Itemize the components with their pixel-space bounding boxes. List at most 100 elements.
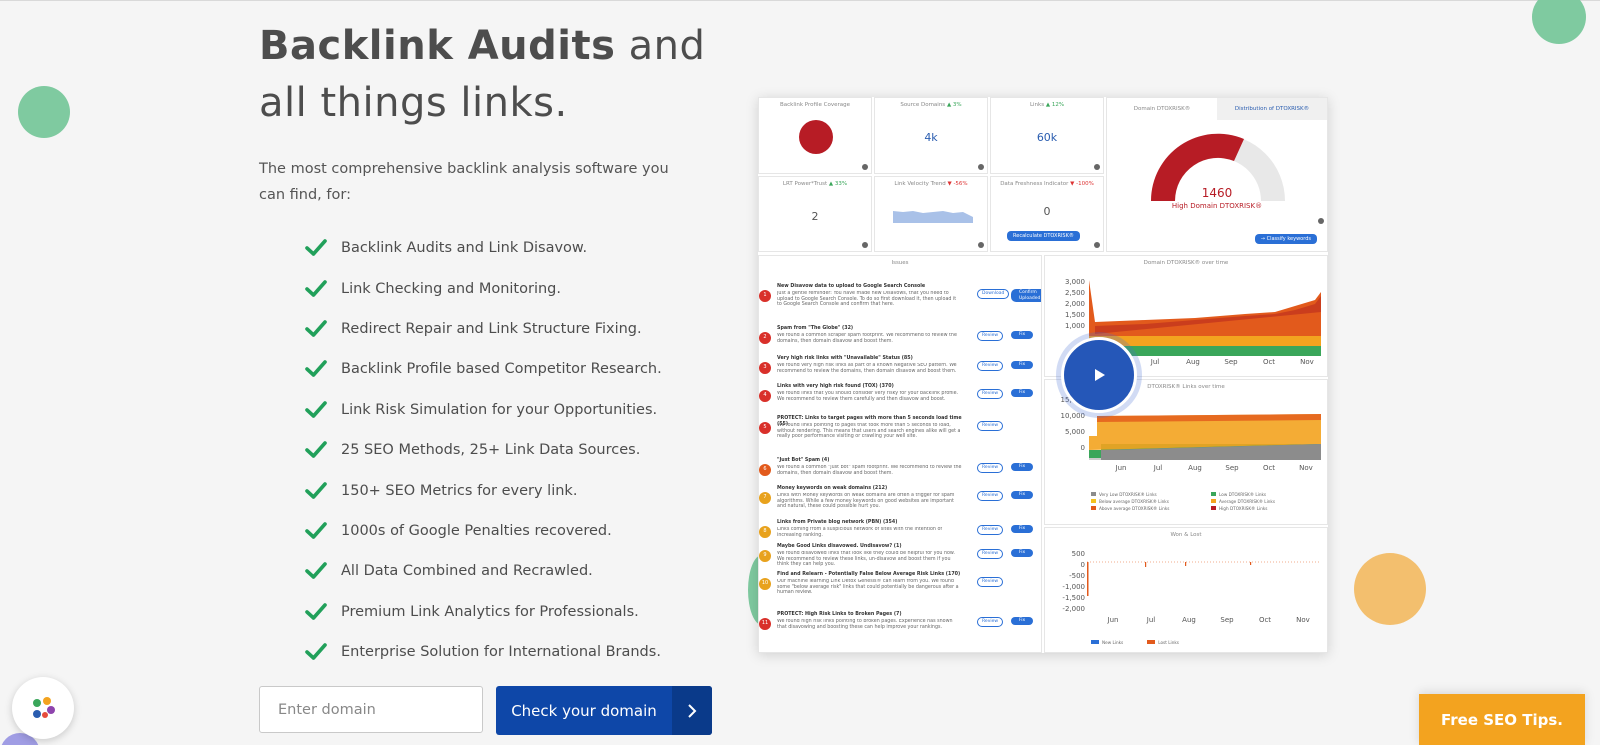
- dashboard-preview: Backlink Profile Coverage Source Domains…: [758, 97, 1328, 653]
- feature-text: Redirect Repair and Link Structure Fixin…: [341, 320, 642, 337]
- top-divider: [0, 0, 1600, 1]
- video-play-button[interactable]: [1056, 332, 1142, 418]
- checkmark-icon: [305, 439, 327, 461]
- x-tick-label: Jul: [1150, 358, 1160, 366]
- issue-review-button[interactable]: Review: [977, 331, 1004, 341]
- feature-item: Premium Link Analytics for Professionals…: [305, 592, 719, 632]
- domain-input[interactable]: [259, 686, 483, 733]
- feature-item: Link Risk Simulation for your Opportunit…: [305, 390, 719, 430]
- chart-won-lost: Won & Lost 500 0 -500 -1,000 -1,500 -2,000 Ju…: [1044, 527, 1328, 653]
- issue-review-button[interactable]: Review: [977, 617, 1004, 627]
- play-ring: [1061, 337, 1137, 413]
- issue-fix-button[interactable]: Confirm Uploaded: [1011, 289, 1041, 303]
- card-source-domains: Source Domains ▲ 3% 4k: [874, 97, 988, 174]
- y-tick-label: -500: [1069, 572, 1085, 580]
- legend-label: Low DTOXRISK® Links: [1219, 492, 1267, 497]
- gauge-tabs: Domain DTOXRISK® Distribution of DTOXRIS…: [1107, 98, 1327, 120]
- issue-title: New Disavow data to upload to Google Sea…: [777, 284, 926, 289]
- issue-fix-button[interactable]: Fix: [1011, 525, 1034, 533]
- issue-number: 6: [759, 464, 771, 476]
- issue-review-button[interactable]: Review: [977, 421, 1004, 431]
- issue-description: We found high risk links pointing to bro…: [777, 619, 953, 630]
- play-icon: [1095, 369, 1105, 381]
- card-data-freshness: Data Freshness Indicator ▼ -100% 0 Recal…: [990, 176, 1104, 252]
- checkmark-icon: [305, 641, 327, 663]
- issue-review-button[interactable]: Review: [977, 577, 1004, 587]
- tab-distribution-dtoxrisk[interactable]: Distribution of DTOXRISK®: [1217, 98, 1327, 120]
- hero-section: Backlink Audits and all things links. The…: [259, 18, 719, 672]
- y-tick-label: 0: [1081, 561, 1085, 569]
- feature-item: Enterprise Solution for International Br…: [305, 632, 719, 672]
- card-link-velocity: Link Velocity Trend ▼ -56%: [874, 176, 988, 252]
- help-icon: [1318, 218, 1324, 224]
- issue-fix-button[interactable]: Fix: [1011, 617, 1034, 625]
- legend-item: Average DTOXRISK® Links: [1211, 499, 1321, 504]
- issue-number: 11: [759, 618, 771, 630]
- x-tick-label: Nov: [1299, 464, 1313, 472]
- issue-title: Spam from "The Globe" (32): [777, 326, 854, 331]
- issue-fix-button[interactable]: Fix: [1011, 361, 1034, 369]
- checkmark-icon: [305, 520, 327, 542]
- issue-review-button[interactable]: Review: [977, 525, 1004, 535]
- issue-number: 9: [759, 550, 771, 562]
- y-tick-label: 2,000: [1065, 300, 1085, 308]
- y-tick-label: 5,000: [1065, 428, 1085, 436]
- tab-domain-dtoxrisk[interactable]: Domain DTOXRISK®: [1107, 98, 1217, 120]
- check-domain-button[interactable]: Check your domain: [496, 686, 712, 735]
- issue-review-button[interactable]: Download: [977, 289, 1010, 299]
- issue-description: Our machine learning Link Detox Genesis®…: [777, 579, 959, 596]
- chevron-right-icon: [672, 686, 712, 735]
- legend-item: New Links: [1091, 640, 1123, 645]
- classify-keywords-button[interactable]: → Classify keywords: [1254, 234, 1317, 244]
- free-seo-tips-button[interactable]: Free SEO Tips.: [1419, 694, 1585, 745]
- legend-label: New Links: [1102, 640, 1124, 645]
- x-tick-label: Jun: [1107, 616, 1119, 624]
- y-tick-label: 1,000: [1065, 322, 1085, 330]
- card-lrt-power: LRT Power*Trust ▲ 33% 2: [758, 176, 872, 252]
- y-tick-label: -2,000: [1062, 605, 1085, 613]
- legend-item: Very Low DTOXRISK® Links: [1091, 492, 1201, 497]
- issue-review-button[interactable]: Review: [977, 549, 1004, 559]
- issue-number: 4: [759, 390, 771, 402]
- issue-title: Links from Private blog network (PBN) (3…: [777, 520, 898, 525]
- y-tick-label: -1,000: [1062, 583, 1085, 591]
- card-backlink-profile: Backlink Profile Coverage: [758, 97, 872, 174]
- y-tick-label: 3,000: [1065, 278, 1085, 286]
- x-tick-label: Jun: [1115, 464, 1127, 472]
- card-value: 60k: [1036, 131, 1058, 144]
- issue-number: 8: [759, 526, 771, 538]
- issue-review-button[interactable]: Review: [977, 491, 1004, 501]
- issue-fix-button[interactable]: Fix: [1011, 331, 1034, 339]
- issue-fix-button[interactable]: Fix: [1011, 389, 1034, 397]
- feature-text: 25 SEO Methods, 25+ Link Data Sources.: [341, 442, 641, 459]
- legend-label: Below average DTOXRISK® Links: [1099, 499, 1169, 504]
- issue-fix-button[interactable]: Fix: [1011, 549, 1034, 557]
- issue-title: Very high risk links with "Unavailable" …: [777, 356, 913, 361]
- delta-down: ▼ -56%: [947, 181, 968, 187]
- y-tick-label: 2,500: [1065, 289, 1085, 297]
- feature-text: Premium Link Analytics for Professionals…: [341, 603, 639, 620]
- card-title: Data Freshness Indicator ▼ -100%: [991, 181, 1103, 187]
- issue-title: PROTECT: High Risk Links to Broken Pages…: [777, 612, 902, 617]
- card-value: 0: [1043, 205, 1051, 218]
- issue-fix-button[interactable]: Fix: [1011, 463, 1034, 471]
- issue-review-button[interactable]: Review: [977, 389, 1004, 399]
- feature-text: All Data Combined and Recrawled.: [341, 563, 593, 580]
- x-tick-label: Aug: [1186, 358, 1200, 366]
- feature-item: Backlink Audits and Link Disavow.: [305, 228, 719, 268]
- feature-text: 1000s of Google Penalties recovered.: [341, 522, 612, 539]
- feature-item: Redirect Repair and Link Structure Fixin…: [305, 309, 719, 349]
- recalculate-button[interactable]: Recalculate DTOXRISK®: [1007, 231, 1080, 241]
- issue-review-button[interactable]: Review: [977, 463, 1004, 473]
- chat-widget-button[interactable]: [12, 677, 74, 739]
- coverage-dot: [799, 120, 833, 154]
- checkmark-icon: [305, 358, 327, 380]
- legend-item: Low DTOXRISK® Links: [1211, 492, 1321, 497]
- issue-fix-button[interactable]: Fix: [1011, 491, 1034, 499]
- feature-text: 150+ SEO Metrics for every link.: [341, 482, 578, 499]
- chart-area: 500 0 -500 -1,000 -1,500 -2,000 Jun Jul Aug Sep O…: [1062, 550, 1321, 624]
- issue-review-button[interactable]: Review: [977, 361, 1004, 371]
- issue-number: 2: [759, 332, 771, 344]
- issue-title: Maybe Good Links disavowed. Undisavow? (…: [777, 544, 902, 549]
- help-icon: [978, 164, 984, 170]
